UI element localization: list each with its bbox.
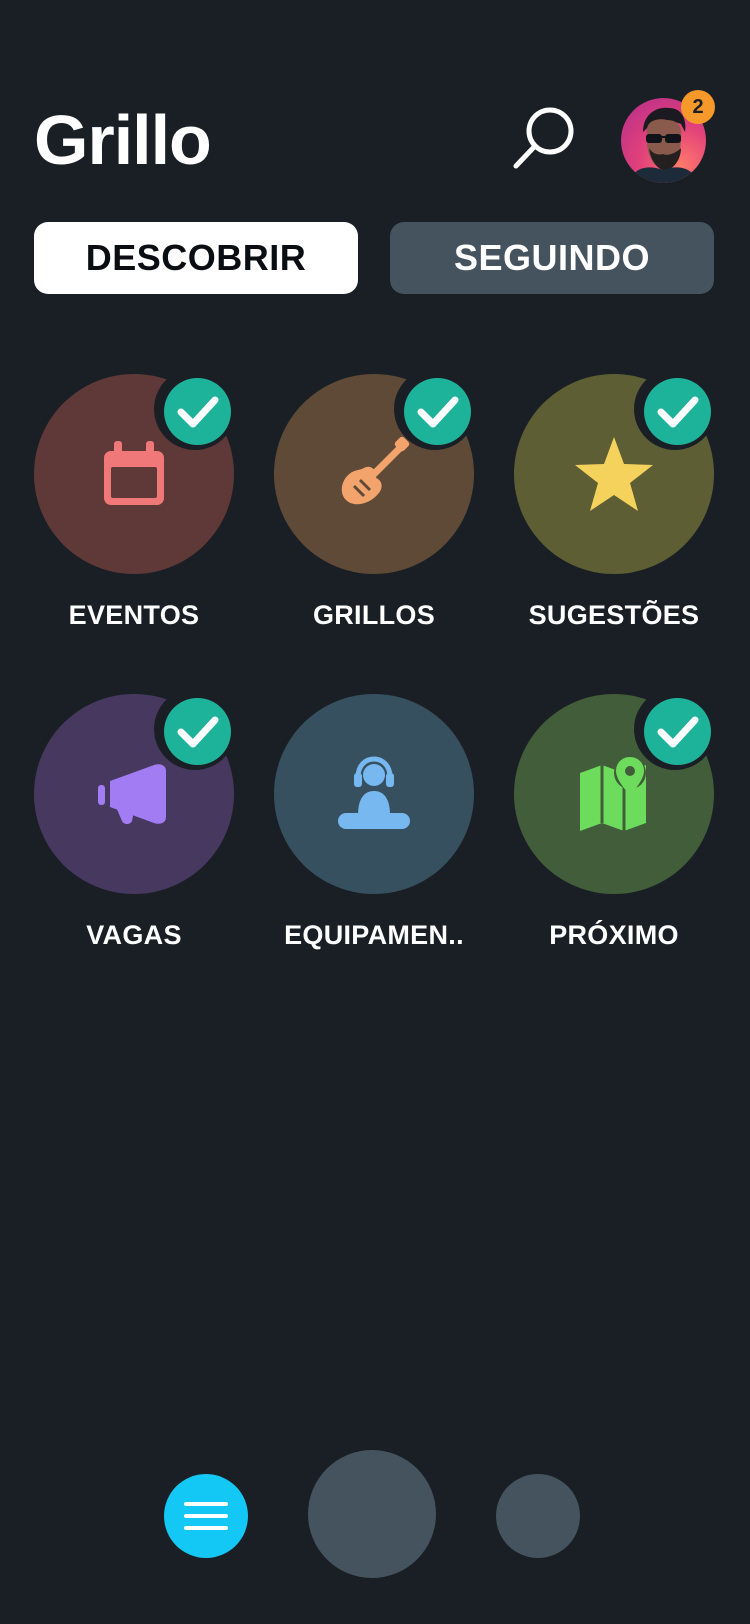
nav-center-button[interactable] [308,1450,436,1578]
app-title: Grillo [34,101,212,179]
megaphone-icon [98,764,166,824]
category-label: EQUIPAMEN.. [284,920,464,950]
category-label: SUGESTÕES [528,600,700,630]
category-button-equipment[interactable] [274,694,474,894]
checkmark-icon [177,396,219,428]
category-label: GRILLOS [312,600,436,630]
tab-discover[interactable]: DESCOBRIR [34,222,358,294]
notification-badge: 2 [681,90,715,124]
meditation-headphones-icon [338,756,410,829]
tab-following[interactable]: SEGUINDO [390,222,714,294]
star-icon [575,437,653,511]
checkmark-icon [177,716,219,748]
guitar-icon [341,436,410,505]
selected-check [634,368,716,450]
search-icon [513,107,574,169]
category-label: PRÓXIMO [549,920,679,950]
selected-check [154,688,236,770]
menu-button[interactable] [164,1474,248,1558]
checkmark-icon [657,716,699,748]
hamburger-icon [184,1502,228,1530]
checkmark-icon [417,396,459,428]
nav-right-button[interactable] [496,1474,580,1558]
checkmark-icon [657,396,699,428]
selected-check [154,368,236,450]
category-label: EVENTOS [68,600,200,630]
selected-check [634,688,716,770]
search-button[interactable] [512,104,578,170]
map-pin-icon [580,757,646,831]
category-label: VAGAS [86,920,182,950]
calendar-icon [104,441,164,505]
selected-check [394,368,476,450]
